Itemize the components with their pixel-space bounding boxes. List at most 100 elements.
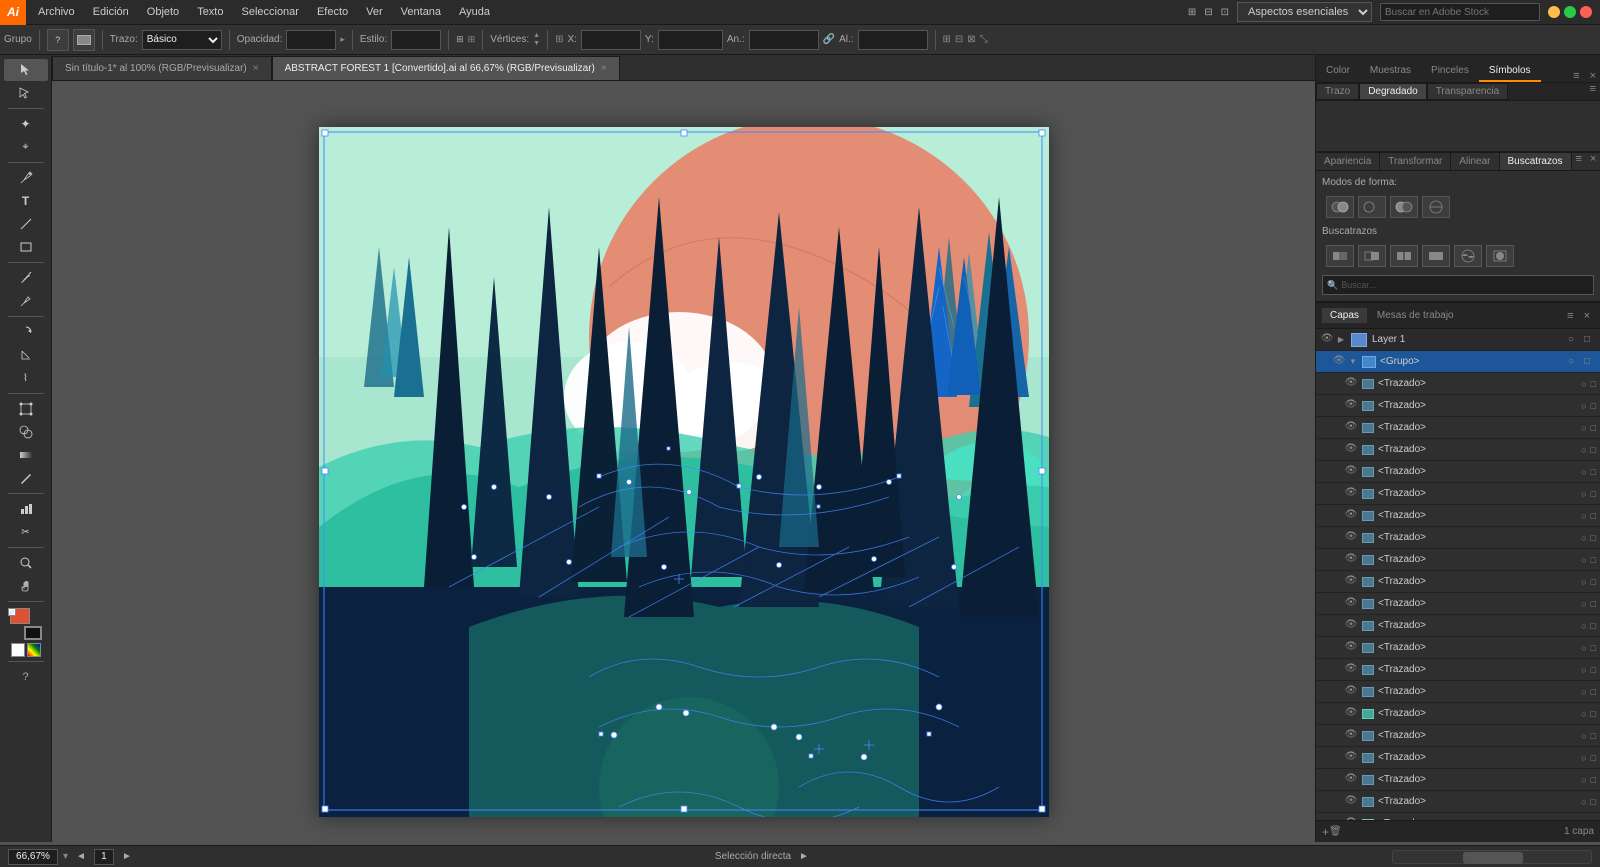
free-transform-tool[interactable]: [4, 398, 48, 420]
layer-1-lock-btn[interactable]: ○: [1568, 334, 1580, 346]
stroke-dropdown[interactable]: Básico: [142, 30, 222, 50]
trazado-11-lock[interactable]: ○: [1581, 621, 1586, 631]
menu-edicion[interactable]: Edición: [85, 4, 137, 20]
trazado-16-lock[interactable]: ○: [1581, 731, 1586, 741]
nav-next-btn[interactable]: ►: [122, 851, 132, 862]
trazado-18-eye[interactable]: 👁: [1344, 773, 1358, 787]
transform-icon[interactable]: ⊞: [555, 34, 563, 45]
canvas-area[interactable]: [52, 81, 1315, 842]
sub-tab-transparencia[interactable]: Transparencia: [1427, 83, 1509, 100]
zoom-input[interactable]: [8, 849, 58, 865]
swap-icon[interactable]: ⇄: [8, 608, 16, 616]
tab-abstract-forest-close[interactable]: ×: [601, 63, 607, 74]
menu-ventana[interactable]: Ventana: [393, 4, 449, 20]
search-field-buscatrazos[interactable]: 🔍 Buscar...: [1322, 275, 1594, 295]
trazado-11[interactable]: 👁 <Trazado> ○ □: [1316, 615, 1600, 637]
shape-mode-1[interactable]: [1326, 196, 1354, 218]
trazado-14-eye[interactable]: 👁: [1344, 685, 1358, 699]
trazado-1[interactable]: 👁 <Trazado> ○ □: [1316, 395, 1600, 417]
pathfinder-5[interactable]: [1454, 245, 1482, 267]
warp-tool[interactable]: ⌇: [4, 367, 48, 389]
pencil-tool[interactable]: [4, 290, 48, 312]
color-mode-gradient[interactable]: [27, 643, 41, 657]
menu-seleccionar[interactable]: Seleccionar: [233, 4, 306, 20]
layers-tab-mesas[interactable]: Mesas de trabajo: [1369, 308, 1462, 323]
grupo-expand[interactable]: ▼: [1348, 357, 1358, 367]
trazado-1-lock[interactable]: ○: [1581, 401, 1586, 411]
paintbrush-tool[interactable]: [4, 267, 48, 289]
trazado-4[interactable]: 👁 <Trazado> ○ □: [1316, 461, 1600, 483]
trazado-7-lock[interactable]: ○: [1581, 533, 1586, 543]
trazado-16[interactable]: 👁 <Trazado> ○ □: [1316, 725, 1600, 747]
sub-panel-expand[interactable]: ≡: [1586, 83, 1600, 100]
status-bar-expand-btn[interactable]: ►: [799, 851, 809, 862]
layer-1-header[interactable]: 👁 ▶ Layer 1 ○ □: [1316, 329, 1600, 351]
style-preview[interactable]: [391, 30, 441, 50]
trazado-9-lock[interactable]: ○: [1581, 577, 1586, 587]
x-input[interactable]: 700 px: [581, 30, 641, 50]
hand-tool[interactable]: [4, 575, 48, 597]
scrollbar-thumb[interactable]: [1463, 852, 1523, 864]
maximize-button[interactable]: [1564, 6, 1576, 18]
trazado-13[interactable]: 👁 <Trazado> ○ □: [1316, 659, 1600, 681]
trazado-7[interactable]: 👁 <Trazado> ○ □: [1316, 527, 1600, 549]
pathfinder-4[interactable]: [1422, 245, 1450, 267]
panel-close-btn[interactable]: ×: [1586, 70, 1600, 82]
trazado-2-target[interactable]: □: [1591, 423, 1596, 433]
shape-mode-3[interactable]: [1390, 196, 1418, 218]
trazado-4-eye[interactable]: 👁: [1344, 465, 1358, 479]
trazado-11-eye[interactable]: 👁: [1344, 619, 1358, 633]
trazado-11-target[interactable]: □: [1591, 621, 1596, 631]
delete-layer-btn[interactable]: 🗑: [1329, 826, 1342, 837]
close-button[interactable]: [1580, 6, 1592, 18]
menu-efecto[interactable]: Efecto: [309, 4, 356, 20]
rectangle-tool[interactable]: [4, 236, 48, 258]
trazado-13-eye[interactable]: 👁: [1344, 663, 1358, 677]
trazado-0-lock[interactable]: ○: [1581, 379, 1586, 389]
tab-untitled-close[interactable]: ×: [253, 63, 259, 74]
trazado-8-lock[interactable]: ○: [1581, 555, 1586, 565]
trazado-15-lock[interactable]: ○: [1581, 709, 1586, 719]
trazado-18-lock[interactable]: ○: [1581, 775, 1586, 785]
text-tool[interactable]: T: [4, 190, 48, 212]
magic-wand-tool[interactable]: ✦: [4, 113, 48, 135]
h-input[interactable]: 1399.99 px: [858, 30, 928, 50]
panel-tab-simbolos[interactable]: Símbolos: [1479, 61, 1541, 82]
layer-1-add-btn[interactable]: □: [1584, 334, 1596, 346]
grupo-item[interactable]: 👁 ▼ <Grupo> ○ □: [1316, 351, 1600, 373]
pathfinder-3[interactable]: [1390, 245, 1418, 267]
color-mode-none[interactable]: [11, 643, 25, 657]
trazado-15-eye[interactable]: 👁: [1344, 707, 1358, 721]
layers-panel-close[interactable]: ×: [1580, 310, 1594, 322]
stroke-color-swatch[interactable]: [73, 29, 95, 51]
page-number-input[interactable]: [94, 849, 114, 865]
layer-1-expand[interactable]: ▶: [1336, 335, 1346, 345]
trazado-6[interactable]: 👁 <Trazado> ○ □: [1316, 505, 1600, 527]
shape-mode-4[interactable]: [1422, 196, 1450, 218]
trazado-19-lock[interactable]: ○: [1581, 797, 1586, 807]
menu-texto[interactable]: Texto: [189, 4, 231, 20]
trazado-6-lock[interactable]: ○: [1581, 511, 1586, 521]
trazado-12-target[interactable]: □: [1591, 643, 1596, 653]
trazado-5-lock[interactable]: ○: [1581, 489, 1586, 499]
trazado-1-target[interactable]: □: [1591, 401, 1596, 411]
trazado-3[interactable]: 👁 <Trazado> ○ □: [1316, 439, 1600, 461]
trazado-3-target[interactable]: □: [1591, 445, 1596, 455]
trazado-16-target[interactable]: □: [1591, 731, 1596, 741]
minimize-button[interactable]: [1548, 6, 1560, 18]
trazado-4-target[interactable]: □: [1591, 467, 1596, 477]
trazado-17-target[interactable]: □: [1591, 753, 1596, 763]
trazado-8[interactable]: 👁 <Trazado> ○ □: [1316, 549, 1600, 571]
trazado-6-target[interactable]: □: [1591, 511, 1596, 521]
graph-tool[interactable]: [4, 498, 48, 520]
trazado-10[interactable]: 👁 <Trazado> ○ □: [1316, 593, 1600, 615]
trazado-19-target[interactable]: □: [1591, 797, 1596, 807]
nav-prev-btn[interactable]: ◄: [76, 851, 86, 862]
trazado-9-target[interactable]: □: [1591, 577, 1596, 587]
grupo-visibility[interactable]: 👁: [1332, 355, 1346, 369]
tab-abstract-forest[interactable]: ABSTRACT FOREST 1 [Convertido].ai al 66,…: [272, 56, 620, 80]
pathfinder-1[interactable]: [1326, 245, 1354, 267]
trazado-18-target[interactable]: □: [1591, 775, 1596, 785]
expand-icon[interactable]: ⤡: [980, 34, 988, 45]
trazado-15[interactable]: 👁 <Trazado> ○ □: [1316, 703, 1600, 725]
